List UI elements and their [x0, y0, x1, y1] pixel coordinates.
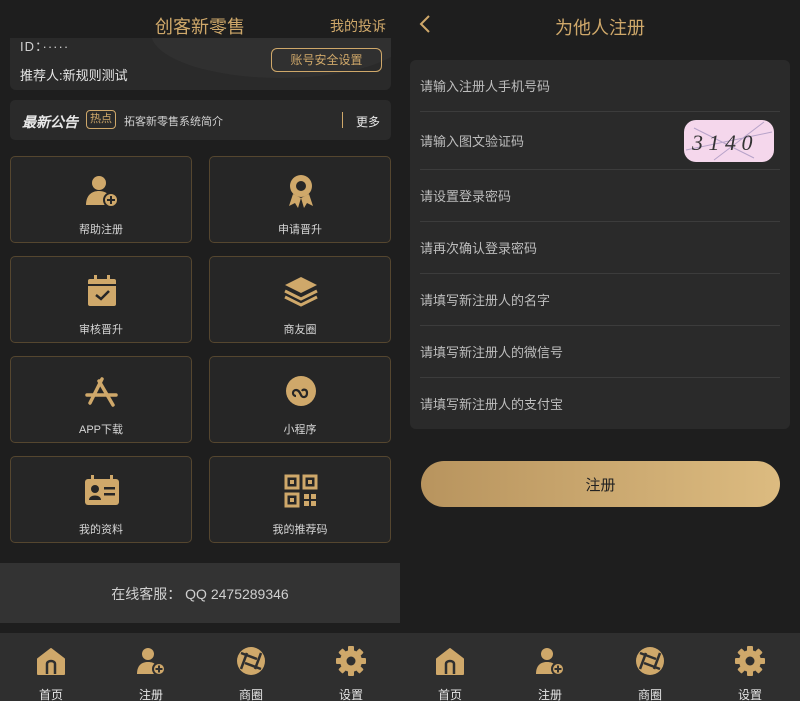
referrer-label: 推荐人:新规则测试	[20, 68, 128, 83]
home-header: 创客新零售 我的投诉	[0, 0, 400, 38]
tab-home[interactable]: 首页	[21, 641, 81, 701]
tab-home[interactable]: 首页	[420, 641, 480, 701]
mini-program-icon	[286, 376, 316, 406]
app-store-icon	[85, 377, 118, 407]
add-user-icon	[137, 648, 166, 676]
tab-settings[interactable]: 设置	[321, 641, 381, 701]
tile-label: 帮助注册	[79, 224, 123, 236]
tab-label: 注册	[537, 688, 562, 701]
captcha-field[interactable]: 3 1 4 0	[420, 112, 780, 170]
aperture-icon	[237, 647, 265, 675]
gear-icon	[735, 646, 765, 676]
profile-card-icon	[85, 475, 119, 505]
tile-label: 审核晋升	[79, 324, 123, 336]
wechat-input[interactable]	[420, 326, 670, 378]
alipay-input[interactable]	[420, 378, 670, 430]
tab-label: 注册	[138, 688, 163, 701]
home-icon	[37, 648, 65, 675]
tab-settings[interactable]: 设置	[720, 641, 780, 701]
divider	[342, 112, 343, 128]
captcha-text: 3 1 4 0	[691, 130, 753, 155]
page-title: 为他人注册	[555, 18, 645, 38]
confirm-password-field[interactable]	[420, 222, 780, 274]
gear-icon	[336, 646, 366, 676]
captcha-image[interactable]: 3 1 4 0	[684, 120, 774, 162]
captcha-input[interactable]	[420, 112, 670, 170]
wechat-field[interactable]	[420, 326, 780, 378]
tab-register[interactable]: 注册	[520, 641, 580, 701]
register-for-others-screen: 为他人注册 3 1 4 0 注	[400, 0, 800, 701]
award-icon	[289, 175, 313, 208]
password-input[interactable]	[420, 170, 670, 222]
qr-code-icon	[284, 474, 318, 508]
tab-label: 首页	[38, 688, 63, 701]
add-user-icon	[536, 648, 565, 676]
app-download-tile[interactable]: APP下载	[10, 356, 192, 443]
tab-label: 设置	[338, 688, 363, 701]
announcement-bar[interactable]: 最新公告 热点 拓客新零售系统简介 更多	[10, 100, 391, 140]
calendar-check-icon	[88, 275, 116, 306]
tile-label: 商友圈	[283, 324, 317, 336]
bottom-tab-bar: 首页 注册 商圈 设置	[400, 633, 800, 701]
account-security-button[interactable]: 账号安全设置	[271, 48, 382, 72]
aperture-icon	[636, 647, 664, 675]
my-profile-tile[interactable]: 我的资料	[10, 456, 192, 543]
name-field[interactable]	[420, 274, 780, 326]
phone-input[interactable]	[420, 60, 670, 112]
tab-label: 首页	[437, 688, 462, 701]
tab-label: 设置	[737, 688, 762, 701]
tab-label: 商圈	[637, 688, 662, 701]
tab-label: 商圈	[238, 688, 263, 701]
more-link[interactable]: 更多	[356, 113, 380, 130]
review-promotion-tile[interactable]: 审核晋升	[10, 256, 192, 343]
alipay-field[interactable]	[420, 378, 780, 430]
apply-promotion-tile[interactable]: 申请晋升	[209, 156, 391, 243]
customer-service-text: 在线客服： QQ 2475289346	[0, 584, 400, 604]
tab-business-circle[interactable]: 商圈	[221, 641, 281, 701]
business-circle-tile[interactable]: 商友圈	[209, 256, 391, 343]
service-label: 在线客服：	[111, 586, 182, 602]
tile-label: 申请晋升	[278, 224, 322, 236]
tile-label: 我的推荐码	[272, 524, 328, 536]
tab-business-circle[interactable]: 商圈	[620, 641, 680, 701]
phone-field[interactable]	[420, 60, 780, 112]
confirm-password-input[interactable]	[420, 222, 670, 274]
register-button[interactable]: 注册	[421, 461, 780, 507]
tile-label: APP下载	[78, 424, 123, 436]
name-input[interactable]	[420, 274, 670, 326]
announcement-title: 最新公告	[22, 114, 78, 130]
service-qq: QQ 2475289346	[185, 586, 289, 602]
home-icon	[436, 648, 464, 675]
announcement-text[interactable]: 拓客新零售系统简介	[124, 113, 223, 129]
bottom-tab-bar: 首页 注册 商圈 设置	[0, 633, 400, 701]
mini-program-tile[interactable]: 小程序	[209, 356, 391, 443]
complaint-link[interactable]: 我的投诉	[330, 16, 386, 36]
layers-icon	[284, 277, 318, 307]
tab-register[interactable]: 注册	[121, 641, 181, 701]
hot-badge: 热点	[86, 110, 116, 129]
help-register-tile[interactable]: 帮助注册	[10, 156, 192, 243]
tile-label: 小程序	[283, 424, 317, 436]
register-header: 为他人注册	[400, 0, 800, 48]
password-field[interactable]	[420, 170, 780, 222]
home-screen: ID：····· 推荐人:新规则测试 账号安全设置 创客新零售 我的投诉 最新公…	[0, 0, 400, 701]
tile-label: 我的资料	[79, 524, 123, 536]
registration-form: 3 1 4 0	[410, 60, 790, 430]
customer-service-bar[interactable]: 在线客服： QQ 2475289346	[0, 563, 400, 623]
add-user-icon	[86, 176, 119, 208]
my-referral-code-tile[interactable]: 我的推荐码	[209, 456, 391, 543]
